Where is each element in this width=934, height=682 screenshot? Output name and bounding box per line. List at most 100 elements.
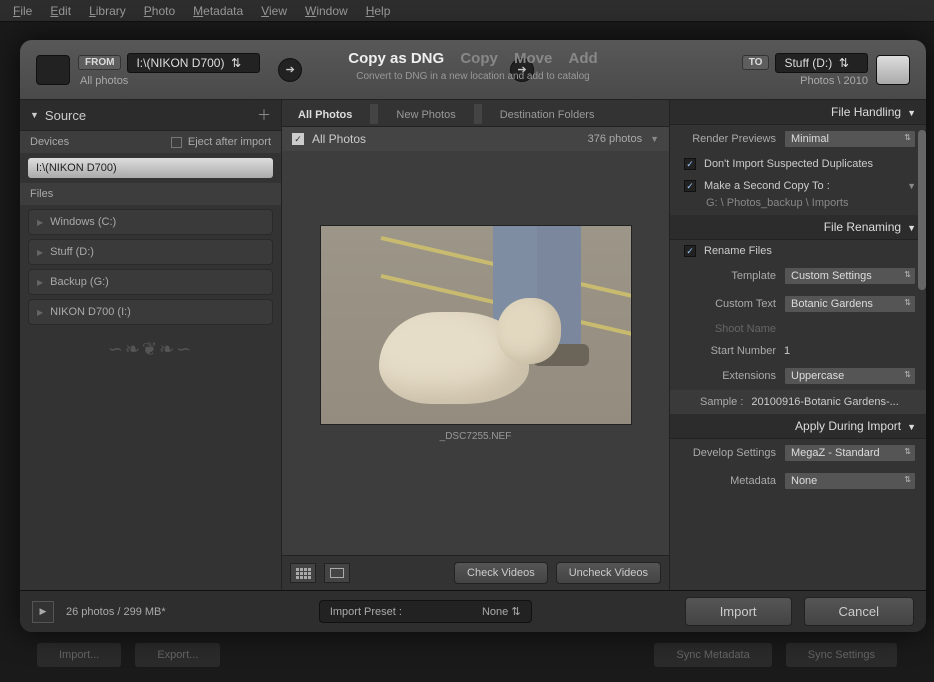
menu-metadata[interactable]: Metadata <box>184 0 252 22</box>
from-path-select[interactable]: I:\(NIKON D700) ⇅ <box>127 53 260 73</box>
eject-checkbox[interactable] <box>171 137 182 148</box>
start-number-label: Start Number <box>680 345 776 357</box>
action-move[interactable]: Move <box>514 50 552 67</box>
apply-during-import-header[interactable]: Apply During Import▼ <box>670 414 926 439</box>
import-preset-select[interactable]: Import Preset : None ⇅ <box>319 600 532 623</box>
action-add[interactable]: Add <box>569 50 598 67</box>
bg-sync-metadata-button: Sync Metadata <box>653 642 772 668</box>
selected-device[interactable]: I:\(NIKON D700) <box>28 158 273 178</box>
thumbnail-grid[interactable]: _DSC7255.NEF <box>282 151 669 555</box>
chevron-down-icon: ▼ <box>907 223 916 233</box>
cancel-button[interactable]: Cancel <box>804 597 914 626</box>
custom-text-label: Custom Text <box>680 298 776 310</box>
menu-photo[interactable]: Photo <box>135 0 184 22</box>
metadata-select[interactable]: None <box>784 472 916 490</box>
drive-item[interactable]: ▶Backup (G:) <box>28 269 273 295</box>
extensions-select[interactable]: Uppercase <box>784 367 916 385</box>
uncheck-videos-button[interactable]: Uncheck Videos <box>556 562 661 584</box>
source-drive-icon <box>36 55 70 85</box>
sample-value: 20100916-Botanic Gardens-... <box>751 396 898 408</box>
develop-settings-label: Develop Settings <box>680 447 776 459</box>
grid-title: All Photos <box>312 132 366 146</box>
select-all-checkbox[interactable]: ✓ <box>292 133 304 145</box>
menu-edit[interactable]: Edit <box>41 0 80 22</box>
menu-window[interactable]: Window <box>296 0 357 22</box>
drive-item[interactable]: ▶Windows (C:) <box>28 209 273 235</box>
action-subtext: Convert to DNG in a new location and add… <box>342 71 603 82</box>
grid-view-icon[interactable] <box>290 563 316 583</box>
to-path-select[interactable]: Stuff (D:) ⇅ <box>775 53 868 73</box>
bg-sync-settings-button: Sync Settings <box>785 642 898 668</box>
import-button[interactable]: Import <box>685 597 792 626</box>
render-previews-label: Render Previews <box>680 133 776 145</box>
devices-header: Devices Eject after import <box>20 131 281 153</box>
thumbnail[interactable]: _DSC7255.NEF <box>320 225 632 442</box>
dest-drive-icon <box>876 55 910 85</box>
chevron-down-icon: ▼ <box>30 110 39 120</box>
develop-settings-select[interactable]: MegaZ - Standard <box>784 444 916 462</box>
tab-destination[interactable]: Destination Folders <box>496 104 599 126</box>
custom-text-input[interactable]: Botanic Gardens <box>784 295 916 313</box>
chevron-down-icon[interactable]: ▼ <box>907 181 916 191</box>
metadata-label: Metadata <box>680 475 776 487</box>
template-label: Template <box>680 270 776 282</box>
grid-panel: All Photos New Photos Destination Folder… <box>282 100 670 590</box>
second-copy-checkbox[interactable]: ✓ <box>684 180 696 192</box>
bg-import-button: Import... <box>36 642 122 668</box>
eject-label: Eject after import <box>188 136 271 148</box>
menu-help[interactable]: Help <box>357 0 400 22</box>
import-topbar: FROM I:\(NIKON D700) ⇅ All photos ➔ Copy… <box>20 40 926 100</box>
chevron-right-icon: ▶ <box>37 248 43 257</box>
rename-files-checkbox[interactable]: ✓ <box>684 245 696 257</box>
chevron-down-icon[interactable]: ▼ <box>650 134 659 144</box>
render-previews-select[interactable]: Minimal <box>784 130 916 148</box>
action-copy-as-dng[interactable]: Copy as DNG <box>348 50 444 67</box>
chevron-down-icon: ▼ <box>907 108 916 118</box>
second-copy-path: G: \ Photos_backup \ Imports <box>670 197 926 215</box>
import-status: 26 photos / 299 MB* <box>66 606 166 618</box>
from-pill: FROM <box>78 55 121 70</box>
loupe-view-icon[interactable] <box>324 563 350 583</box>
bg-export-button: Export... <box>134 642 221 668</box>
chevron-down-icon: ▼ <box>907 422 916 432</box>
scrollbar-thumb[interactable] <box>918 130 926 290</box>
grid-tabs: All Photos New Photos Destination Folder… <box>282 100 669 127</box>
extensions-label: Extensions <box>680 370 776 382</box>
app-menubar[interactable]: File Edit Library Photo Metadata View Wi… <box>0 0 934 22</box>
dialog-footer: ▶ 26 photos / 299 MB* Import Preset : No… <box>20 590 926 632</box>
import-dialog: FROM I:\(NIKON D700) ⇅ All photos ➔ Copy… <box>20 40 926 632</box>
sample-label: Sample : <box>700 396 743 408</box>
files-label: Files <box>30 188 53 200</box>
menu-library[interactable]: Library <box>80 0 135 22</box>
drive-item[interactable]: ▶NIKON D700 (I:) <box>28 299 273 325</box>
action-copy[interactable]: Copy <box>460 50 498 67</box>
menu-view[interactable]: View <box>252 0 296 22</box>
duplicates-checkbox[interactable]: ✓ <box>684 158 696 170</box>
shoot-name-label: Shoot Name <box>680 323 776 335</box>
source-title: Source <box>45 108 86 123</box>
chevron-right-icon: ▶ <box>37 308 43 317</box>
chevron-right-icon: ▶ <box>37 218 43 227</box>
source-panel-header[interactable]: ▼ Source ＋ <box>20 100 281 131</box>
duplicates-label: Don't Import Suspected Duplicates <box>704 158 873 170</box>
check-videos-button[interactable]: Check Videos <box>454 562 548 584</box>
play-icon[interactable]: ▶ <box>32 601 54 623</box>
second-copy-label: Make a Second Copy To : <box>704 180 830 192</box>
tab-all-photos[interactable]: All Photos <box>294 104 356 126</box>
drive-item[interactable]: ▶Stuff (D:) <box>28 239 273 265</box>
to-sub-label: Photos \ 2010 <box>800 75 868 87</box>
file-handling-header[interactable]: File Handling▼ <box>670 100 926 125</box>
from-sub-label: All photos <box>80 75 260 87</box>
arrow-from-icon: ➔ <box>278 58 302 82</box>
file-renaming-header[interactable]: File Renaming▼ <box>670 215 926 240</box>
photo-count: 376 photos <box>588 133 642 145</box>
start-number-value[interactable]: 1 <box>784 345 790 357</box>
template-select[interactable]: Custom Settings <box>784 267 916 285</box>
tab-new-photos[interactable]: New Photos <box>392 104 459 126</box>
files-header: Files <box>20 183 281 205</box>
menu-file[interactable]: File <box>4 0 41 22</box>
add-source-icon[interactable]: ＋ <box>257 105 271 125</box>
chevron-right-icon: ▶ <box>37 278 43 287</box>
thumbnail-filename: _DSC7255.NEF <box>320 431 632 442</box>
thumbnail-image[interactable] <box>320 225 632 425</box>
